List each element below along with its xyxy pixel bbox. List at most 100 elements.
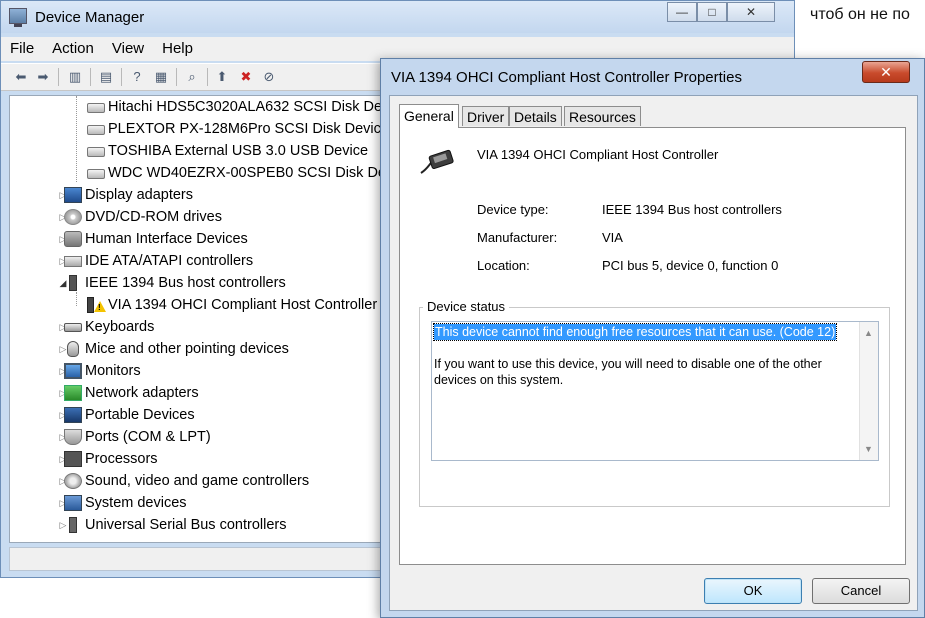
tree-item-label: Display adapters [85,187,193,203]
dialog-close-button[interactable]: ✕ [862,61,910,83]
tree-item[interactable]: Hitachi HDS5C3020ALA632 SCSI Disk Dev [87,96,390,118]
monitor-icon [64,363,82,379]
tree-item-label: Sound, video and game controllers [85,473,310,489]
tree-item-ieee1394[interactable]: ◢ IEEE 1394 Bus host controllers [60,272,286,294]
tree-item-label: Processors [85,451,158,467]
forward-icon[interactable]: ➡ [34,68,52,85]
device-manager-icon [9,8,27,27]
minimize-button[interactable]: — [667,2,697,22]
tree-item-label: Ports (COM & LPT) [85,429,211,445]
tree-item-label: Portable Devices [85,407,195,423]
scroll-up-icon[interactable]: ▲ [864,325,873,341]
menu-file[interactable]: File [1,37,43,61]
device-type-value: IEEE 1394 Bus host controllers [602,202,782,217]
toolbar-separator [176,68,177,86]
uninstall-icon[interactable]: ✖ [237,68,255,85]
menu-action[interactable]: Action [43,37,103,61]
device-status-textbox[interactable]: This device cannot find enough free reso… [431,321,879,461]
tree-item-label: WDC WD40EZRX-00SPEB0 SCSI Disk Devi [108,165,397,181]
tree-item[interactable]: WDC WD40EZRX-00SPEB0 SCSI Disk Devi [87,162,397,184]
tree-item-display-adapters[interactable]: ▷ Display adapters [60,184,193,206]
tree-item-processors[interactable]: ▷ Processors [60,448,158,470]
cancel-button[interactable]: Cancel [812,578,910,604]
tree-item-usb[interactable]: ▷ Universal Serial Bus controllers [60,514,287,536]
tab-resources[interactable]: Resources [564,106,641,126]
tab-general[interactable]: General [399,104,459,128]
ide-controller-icon [64,256,82,267]
tree-item-monitors[interactable]: ▷ Monitors [60,360,141,382]
tree-item-system[interactable]: ▷ System devices [60,492,187,514]
tree-item-label: IDE ATA/ATAPI controllers [85,253,254,269]
manufacturer-value: VIA [602,230,623,245]
processor-icon [64,451,82,467]
tree-item-label: TOSHIBA External USB 3.0 USB Device [108,143,369,159]
background-text: чтоб он не по [810,6,910,23]
tree-item-dvd-drives[interactable]: ▷ DVD/CD-ROM drives [60,206,222,228]
tree-item-label: VIA 1394 OHCI Compliant Host Controller [108,297,378,313]
action-pane-icon[interactable]: ▦ [152,68,170,85]
system-device-icon [64,495,82,511]
tree-item-label: Keyboards [85,319,155,335]
tree-item-label: Hitachi HDS5C3020ALA632 SCSI Disk Dev [108,99,390,115]
tree-item-label: Universal Serial Bus controllers [85,517,287,533]
ok-button[interactable]: OK [704,578,802,604]
keyboard-icon [64,323,82,332]
maximize-button[interactable]: □ [697,2,727,22]
device-status-legend: Device status [423,299,510,314]
disable-device-icon[interactable]: ⊘ [260,68,278,85]
disk-icon [87,169,105,179]
warning-device-icon [87,297,106,313]
tab-details[interactable]: Details [509,106,562,126]
tree-item-label: PLEXTOR PX-128M6Pro SCSI Disk Device [108,121,389,137]
tree-item-mice[interactable]: ▷ Mice and other pointing devices [60,338,289,360]
expand-arrow-icon[interactable]: ▷ [58,514,68,536]
update-driver-icon[interactable]: ⬆ [213,68,231,85]
tree-item-keyboards[interactable]: ▷ Keyboards [60,316,155,338]
tree-item-ports[interactable]: ▷ Ports (COM & LPT) [60,426,211,448]
tree-item-sound[interactable]: ▷ Sound, video and game controllers [60,470,310,492]
back-icon[interactable]: ⬅ [12,68,30,85]
display-adapter-icon [64,187,82,203]
properties-dialog: VIA 1394 OHCI Compliant Host Controller … [380,58,925,618]
sound-icon [64,473,82,489]
location-label: Location: [477,258,530,273]
tab-driver[interactable]: Driver [462,106,510,126]
status-help-text: If you want to use this device, you will… [434,357,822,387]
scan-hardware-icon[interactable]: ⌕ [183,68,201,85]
tree-item-network[interactable]: ▷ Network adapters [60,382,199,404]
tree-item-ide[interactable]: ▷ IDE ATA/ATAPI controllers [60,250,254,272]
port-icon [64,429,82,445]
show-hide-console-tree-icon[interactable]: ▥ [66,68,84,85]
tree-item-label: Mice and other pointing devices [85,341,289,357]
scroll-down-icon[interactable]: ▼ [864,441,873,457]
close-button[interactable]: ✕ [727,2,775,22]
tree-item-via-controller[interactable]: VIA 1394 OHCI Compliant Host Controller [87,294,378,316]
firewire-connector-icon [420,149,454,174]
tree-connector [76,96,77,182]
tree-item[interactable]: PLEXTOR PX-128M6Pro SCSI Disk Device [87,118,389,140]
tree-item-label: System devices [85,495,187,511]
firewire-icon [69,275,77,291]
status-scrollbar[interactable]: ▲ ▼ [859,322,878,460]
dialog-title: VIA 1394 OHCI Compliant Host Controller … [391,69,742,86]
location-value: PCI bus 5, device 0, function 0 [602,258,779,273]
toolbar-separator [207,68,208,86]
help-icon[interactable]: ? [128,68,146,85]
tree-item-portable[interactable]: ▷ Portable Devices [60,404,195,426]
menu-view[interactable]: View [103,37,153,61]
properties-icon[interactable]: ▤ [97,68,115,85]
mouse-icon [67,341,79,357]
toolbar-separator [121,68,122,86]
manufacturer-label: Manufacturer: [477,230,558,245]
status-error-line: This device cannot find enough free reso… [432,323,838,341]
disk-icon [87,125,105,135]
tree-item-label: Network adapters [85,385,199,401]
tree-item-hid[interactable]: ▷ Human Interface Devices [60,228,248,250]
collapse-arrow-icon[interactable]: ◢ [58,272,68,294]
hid-icon [64,231,82,247]
disk-icon [87,147,105,157]
menu-help[interactable]: Help [153,37,202,61]
tree-item[interactable]: TOSHIBA External USB 3.0 USB Device [87,140,369,162]
device-manager-titlebar[interactable]: Device Manager — □ ✕ [1,1,794,33]
usb-icon [69,517,77,533]
